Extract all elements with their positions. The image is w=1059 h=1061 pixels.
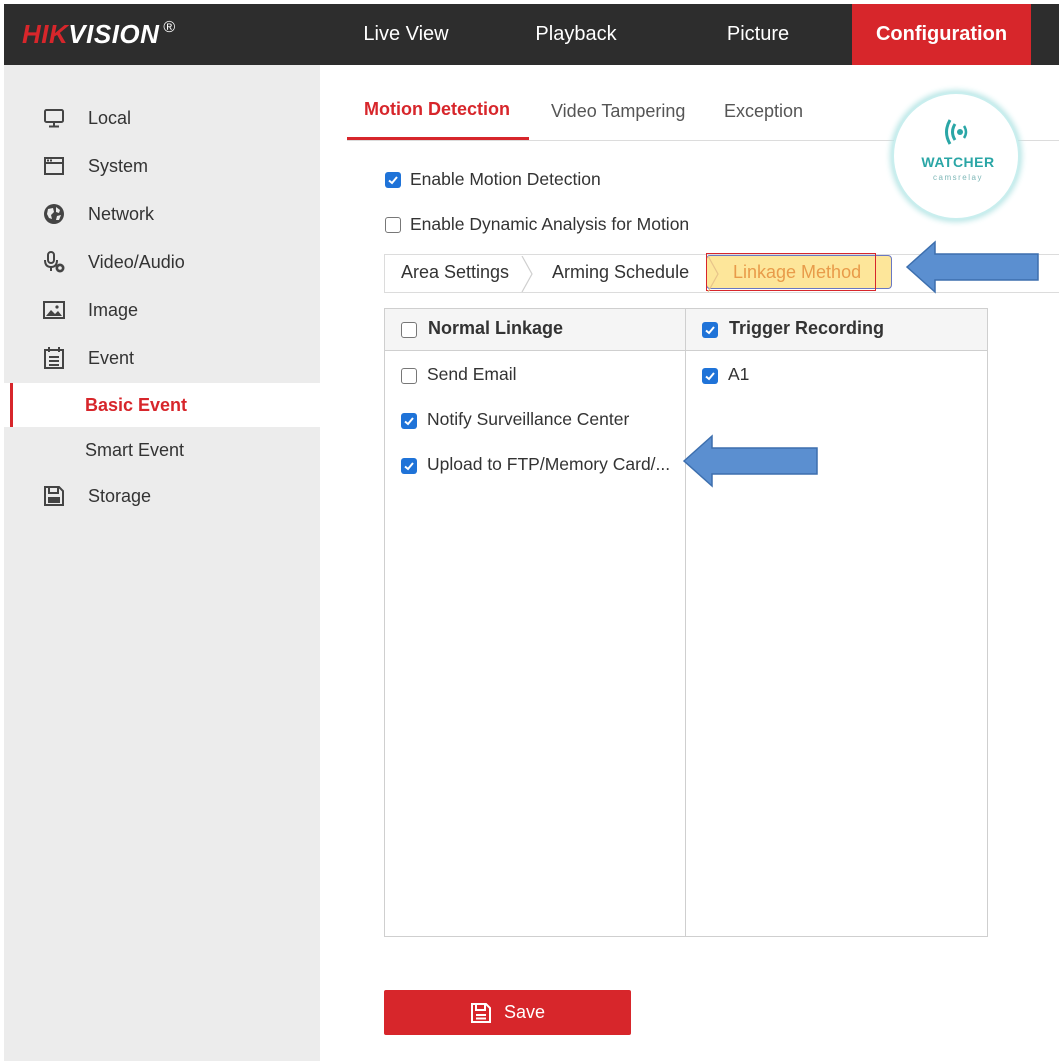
sidebar-item-image[interactable]: Image — [4, 288, 320, 332]
check-icon — [705, 372, 715, 381]
sidebar-item-event[interactable]: Event — [4, 336, 320, 380]
annotation-arrow-icon — [682, 434, 818, 488]
enable-dynamic-label: Enable Dynamic Analysis for Motion — [410, 214, 690, 234]
sidebar-item-label: Event — [88, 347, 135, 368]
tab-video-tampering[interactable]: Video Tampering — [551, 98, 685, 142]
save-icon — [470, 1002, 492, 1024]
sidebar-item-label: Storage — [88, 485, 152, 506]
sidebar-item-system[interactable]: System — [4, 144, 320, 188]
floppy-disk-icon — [42, 484, 66, 508]
sidebar-item-label: Basic Event — [85, 394, 188, 415]
window-icon — [42, 154, 66, 178]
nav-playback[interactable]: Playback — [514, 4, 638, 65]
check-icon — [404, 462, 414, 471]
recording-a1-checkbox[interactable] — [702, 368, 718, 384]
sidebar-item-basic-event[interactable]: Basic Event — [4, 383, 320, 427]
send-email-label: Send Email — [427, 364, 517, 384]
sidebar-item-network[interactable]: Network — [4, 192, 320, 236]
linkage-table — [384, 308, 988, 937]
tab-exception[interactable]: Exception — [724, 98, 803, 142]
active-tab-indicator — [347, 137, 529, 140]
step-separator-icon — [521, 256, 533, 292]
trigger-recording-checkbox[interactable] — [702, 322, 718, 338]
nav-live-view[interactable]: Live View — [330, 4, 482, 65]
sidebar-item-label: System — [88, 155, 149, 176]
step-arming-schedule[interactable]: Arming Schedule — [552, 262, 689, 283]
check-icon — [388, 176, 398, 185]
sidebar: Local System Network Video/Audio Image E… — [4, 65, 320, 1061]
annotation-arrow-icon — [905, 240, 1039, 294]
watermark-subtitle: camsrelay — [933, 173, 983, 182]
enable-motion-label: Enable Motion Detection — [410, 169, 601, 189]
step-area-settings[interactable]: Area Settings — [401, 262, 509, 283]
top-bar: HIKVISION ® Live View Playback Picture Co… — [4, 4, 1059, 65]
normal-linkage-header: Normal Linkage — [428, 318, 564, 338]
nav-configuration[interactable]: Configuration — [852, 4, 1031, 65]
check-icon — [404, 417, 414, 426]
recording-a1-label: A1 — [728, 364, 750, 384]
normal-linkage-checkbox[interactable] — [401, 322, 417, 338]
sidebar-item-label: Video/Audio — [88, 251, 185, 272]
calendar-icon — [42, 346, 66, 370]
send-email-checkbox[interactable] — [401, 368, 417, 384]
monitor-icon — [42, 106, 66, 130]
sidebar-item-storage[interactable]: Storage — [4, 474, 320, 518]
microphone-icon — [42, 250, 66, 274]
sidebar-item-label: Local — [88, 107, 132, 128]
upload-ftp-label: Upload to FTP/Memory Card/... — [427, 454, 671, 474]
watcher-logo: WATCHER camsrelay — [892, 92, 1020, 220]
column-divider — [685, 309, 686, 936]
nav-picture[interactable]: Picture — [698, 4, 818, 65]
save-label: Save — [503, 1002, 546, 1022]
sidebar-item-local[interactable]: Local — [4, 96, 320, 140]
watermark-title: WATCHER — [921, 154, 995, 170]
enable-dynamic-checkbox[interactable] — [385, 217, 401, 233]
globe-icon — [42, 202, 66, 226]
step-separator-icon — [707, 256, 719, 292]
step-linkage-method[interactable]: Linkage Method — [733, 262, 861, 283]
check-icon — [705, 326, 715, 335]
image-icon — [42, 298, 66, 322]
sidebar-item-label: Network — [88, 203, 155, 224]
notify-center-checkbox[interactable] — [401, 413, 417, 429]
sidebar-item-video-audio[interactable]: Video/Audio — [4, 240, 320, 284]
sidebar-item-label: Image — [88, 299, 139, 320]
notify-center-label: Notify Surveillance Center — [427, 409, 630, 429]
tab-motion-detection[interactable]: Motion Detection — [364, 96, 510, 140]
sidebar-item-label: Smart Event — [85, 439, 185, 460]
save-button[interactable]: Save — [384, 990, 631, 1035]
upload-ftp-checkbox[interactable] — [401, 458, 417, 474]
brand-logo: HIKVISION ® — [22, 19, 176, 49]
sidebar-item-smart-event[interactable]: Smart Event — [4, 428, 320, 472]
trigger-recording-header: Trigger Recording — [729, 318, 885, 338]
enable-motion-checkbox[interactable] — [385, 172, 401, 188]
